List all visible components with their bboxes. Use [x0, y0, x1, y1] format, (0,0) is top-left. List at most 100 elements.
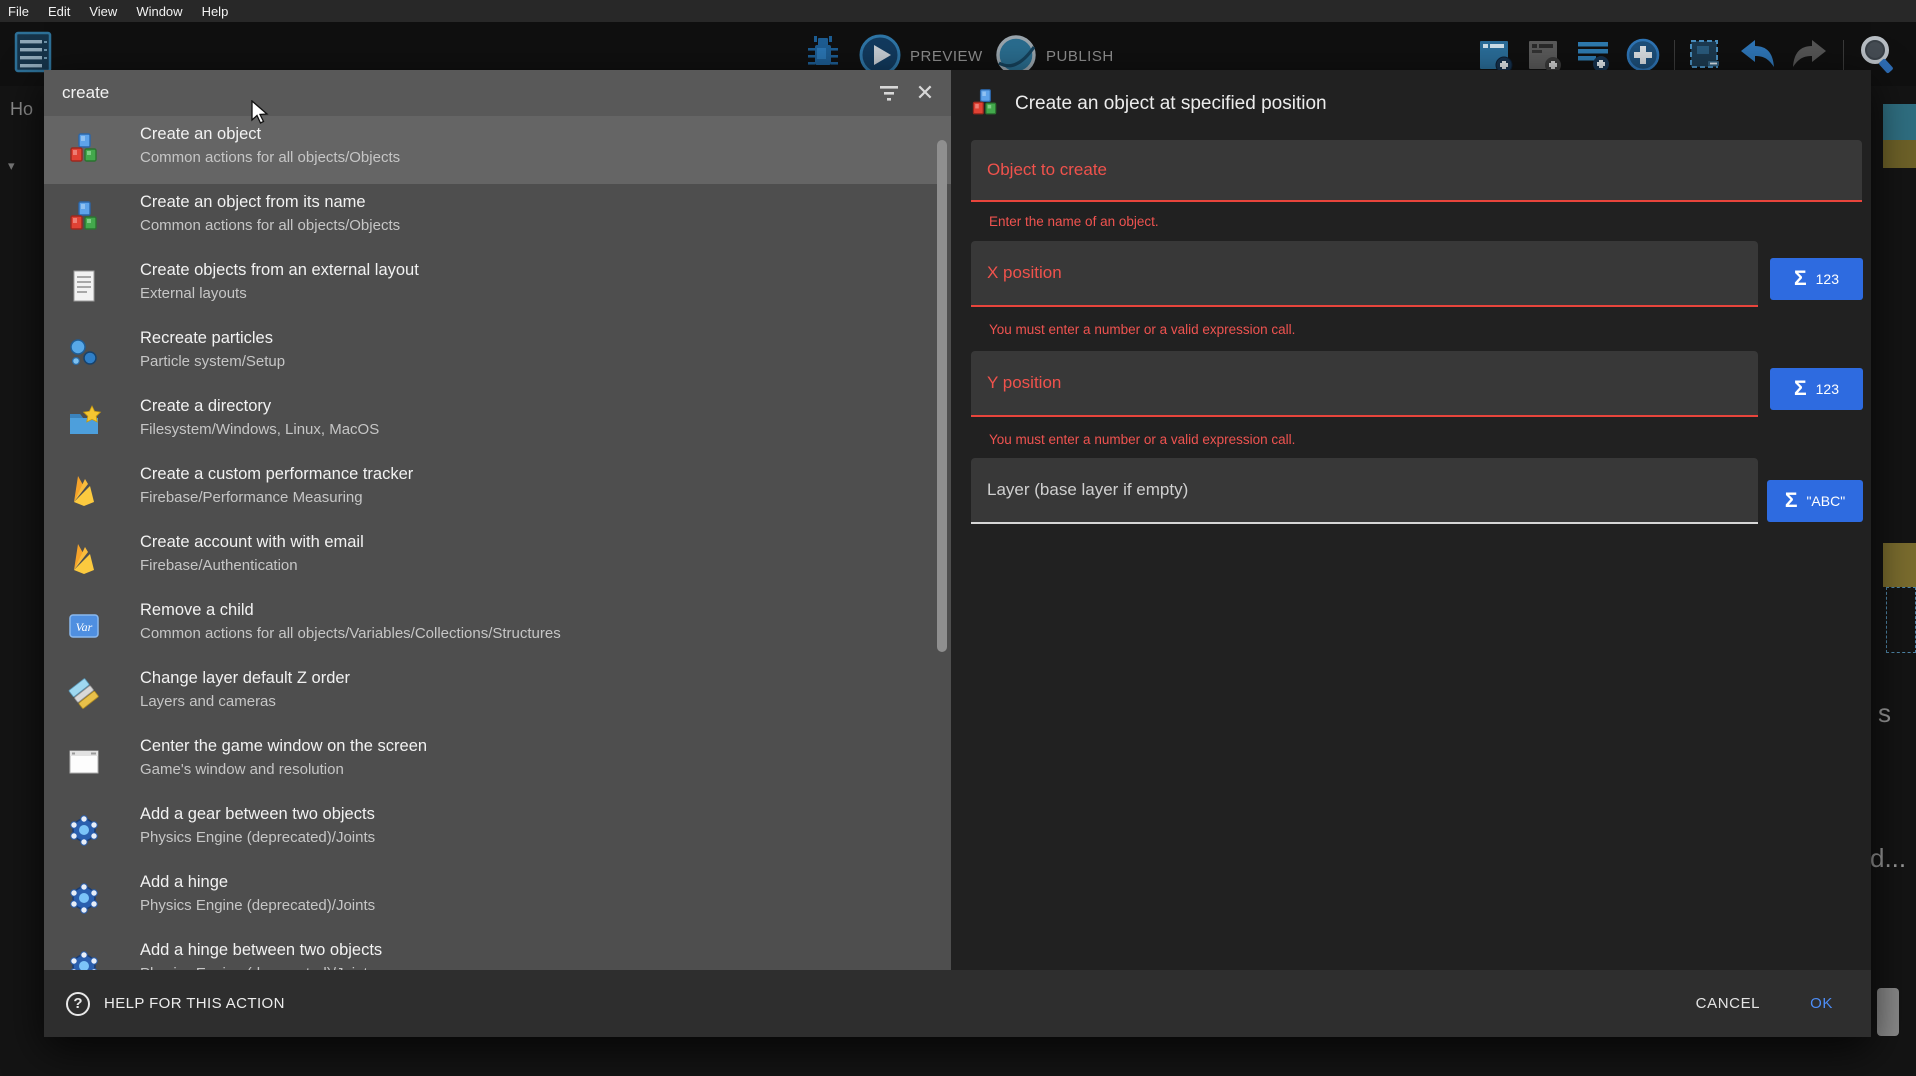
var-icon: Var [66, 608, 102, 644]
window-icon [66, 744, 102, 780]
action-title: Create a directory [140, 397, 271, 416]
menu-view[interactable]: View [89, 4, 117, 19]
choose-action-dialog: ✕ Create an objectCommon actions for all… [44, 70, 1871, 1037]
add-events-icon[interactable] [1576, 37, 1612, 73]
object-to-create-label: Object to create [987, 160, 1107, 180]
expression-button-label: 123 [1816, 381, 1839, 397]
action-title: Create a custom performance tracker [140, 465, 413, 484]
x-position-field[interactable]: X position [971, 241, 1758, 307]
action-subtitle: Common actions for all objects/Objects [140, 149, 400, 166]
object-to-create-field[interactable]: Object to create [971, 140, 1862, 202]
chevron-down-icon[interactable]: ▾ [8, 158, 15, 174]
svg-text:Var: Var [76, 620, 93, 634]
menu-window[interactable]: Window [136, 4, 182, 19]
action-title: Add a hinge [140, 873, 228, 892]
action-title: Remove a child [140, 601, 254, 620]
action-config-panel: Create an object at specified position O… [951, 70, 1871, 970]
joint-icon [66, 880, 102, 916]
action-title: Add a gear between two objects [140, 805, 375, 824]
joint-icon [66, 812, 102, 848]
action-title: Recreate particles [140, 329, 273, 348]
redo-icon[interactable] [1790, 37, 1830, 73]
list-item[interactable]: Create objects from an external layoutEx… [44, 252, 951, 320]
y-position-field[interactable]: Y position [971, 351, 1758, 417]
clipped-text-fragment: d... [1870, 843, 1906, 874]
clipped-text-fragment: s [1878, 698, 1891, 729]
list-item[interactable]: Add a hingePhysics Engine (deprecated)/J… [44, 864, 951, 932]
list-item[interactable]: Recreate particles Particle system/Setup [44, 320, 951, 388]
list-item[interactable]: Create an object from its nameCommon act… [44, 184, 951, 252]
selection-outline [1886, 587, 1916, 653]
list-item[interactable]: Center the game window on the screen Game… [44, 728, 951, 796]
remove-selection-icon[interactable] [1688, 37, 1724, 73]
firebase-icon [66, 472, 102, 508]
search-input[interactable] [44, 83, 871, 103]
layer-label: Layer (base layer if empty) [987, 480, 1188, 500]
action-title: Create objects from an external layout [140, 261, 419, 280]
mouse-cursor [250, 100, 272, 126]
action-title: Create account with with email [140, 533, 364, 552]
background-scrollbar[interactable] [1877, 988, 1899, 1036]
action-subtitle: Particle system/Setup [140, 353, 285, 370]
panel-header: Create an object at specified position [969, 88, 1327, 120]
add-circle-icon[interactable] [1625, 37, 1661, 73]
list-item[interactable]: Create an objectCommon actions for all o… [44, 116, 951, 184]
y-expression-button[interactable]: Σ 123 [1770, 368, 1863, 410]
scrollbar-thumb[interactable] [937, 140, 947, 652]
particles-icon [66, 336, 102, 372]
expression-button-label: 123 [1816, 271, 1839, 287]
scene-object-olive [1883, 140, 1916, 168]
action-list-panel: ✕ Create an objectCommon actions for all… [44, 70, 951, 970]
list-item[interactable]: Create account with with email Firebase/A… [44, 524, 951, 592]
help-button[interactable]: ? HELP FOR THIS ACTION [66, 992, 285, 1016]
sigma-icon: Σ [1794, 267, 1807, 291]
toolbar-separator [1843, 40, 1844, 70]
help-icon: ? [66, 992, 90, 1016]
document-icon [66, 268, 102, 304]
list-item[interactable]: Add a gear between two objects Physics En… [44, 796, 951, 864]
menu-edit[interactable]: Edit [48, 4, 70, 19]
action-title: Add a hinge between two objects [140, 941, 382, 960]
expression-button-label: "ABC" [1806, 493, 1845, 509]
layer-expression-button[interactable]: Σ "ABC" [1767, 480, 1863, 522]
list-item[interactable]: Change layer default Z orderLayers and c… [44, 660, 951, 728]
joint-icon [66, 948, 102, 970]
filter-icon[interactable] [871, 75, 907, 111]
action-subtitle: Layers and cameras [140, 693, 276, 710]
cubes-icon [969, 88, 1001, 120]
action-subtitle: Physics Engine (deprecated)/Joints [140, 829, 375, 846]
action-subtitle: Firebase/Authentication [140, 557, 298, 574]
y-position-label: Y position [987, 373, 1061, 393]
layer-field[interactable]: Layer (base layer if empty) [971, 458, 1758, 524]
search-bar: ✕ [44, 70, 951, 116]
folder-icon [66, 404, 102, 440]
close-icon[interactable]: ✕ [907, 75, 943, 111]
x-expression-button[interactable]: Σ 123 [1770, 258, 1863, 300]
cancel-button[interactable]: CANCEL [1696, 995, 1760, 1012]
action-subtitle: Firebase/Performance Measuring [140, 489, 363, 506]
menu-help[interactable]: Help [202, 4, 229, 19]
scene-object-teal [1883, 104, 1916, 140]
action-subtitle: Common actions for all objects/Variables… [140, 625, 561, 642]
preview-button[interactable]: PREVIEW [910, 48, 983, 65]
project-manager-icon[interactable] [14, 31, 54, 75]
undo-icon[interactable] [1737, 37, 1777, 73]
add-scene-icon[interactable] [1478, 37, 1514, 73]
ok-button[interactable]: OK [1810, 995, 1833, 1012]
menu-bar: File Edit View Window Help [0, 0, 1916, 22]
add-external-events-icon[interactable] [1527, 37, 1563, 73]
menu-file[interactable]: File [8, 4, 29, 19]
publish-button[interactable]: PUBLISH [1046, 48, 1114, 65]
action-subtitle: Game's window and resolution [140, 761, 344, 778]
home-tab-label: Ho [10, 99, 33, 120]
list-item[interactable]: Create a directory Filesystem/Windows, Li… [44, 388, 951, 456]
list-item[interactable]: Var Remove a child Common actions for all … [44, 592, 951, 660]
action-subtitle: Filesystem/Windows, Linux, MacOS [140, 421, 379, 438]
list-item[interactable]: Create a custom performance tracker Fireb… [44, 456, 951, 524]
x-position-label: X position [987, 263, 1062, 283]
scene-object-olive [1883, 543, 1916, 587]
list-item[interactable]: Add a hinge between two objectsPhysics E… [44, 932, 951, 970]
action-title: Center the game window on the screen [140, 737, 427, 756]
action-title: Create an object from its name [140, 193, 366, 212]
x-error-text: You must enter a number or a valid expre… [989, 322, 1295, 337]
